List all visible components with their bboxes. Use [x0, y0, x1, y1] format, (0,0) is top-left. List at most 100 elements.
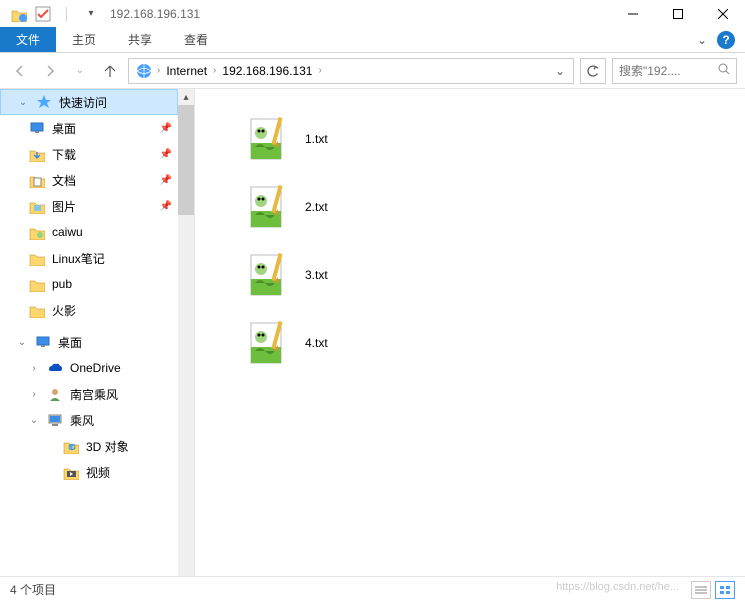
tab-share[interactable]: 共享 — [112, 27, 168, 52]
close-button[interactable] — [700, 0, 745, 27]
sidebar-item-user[interactable]: › 南宫乘风 — [0, 381, 178, 407]
file-item[interactable]: 1.txt — [245, 105, 745, 173]
minimize-button[interactable] — [610, 0, 655, 27]
maximize-button[interactable] — [655, 0, 700, 27]
tab-file[interactable]: 文件 — [0, 27, 56, 52]
sidebar-item-桌面[interactable]: 桌面📌 — [0, 115, 178, 141]
tab-home[interactable]: 主页 — [56, 27, 112, 52]
sidebar-item-label: 文档 — [52, 172, 76, 189]
content-pane[interactable]: 1.txt 2.txt 3.txt 4.txt — [195, 89, 745, 576]
expand-icon[interactable]: ⌄ — [28, 415, 40, 426]
chevron-right-icon[interactable]: › — [318, 65, 321, 76]
sidebar-item-onedrive[interactable]: ›OneDrive — [0, 355, 178, 381]
search-box[interactable] — [612, 58, 737, 84]
folder-icon — [28, 249, 46, 267]
folder-user-icon — [28, 223, 46, 241]
sidebar-item-label: 乘风 — [70, 412, 94, 429]
status-bar: 4 个项目 https://blog.csdn.net/he... — [0, 576, 745, 602]
txt-file-icon — [245, 251, 293, 299]
desktop-label: 桌面 — [58, 334, 82, 351]
back-button[interactable] — [8, 59, 32, 83]
expand-icon[interactable]: › — [28, 363, 40, 374]
breadcrumb-host[interactable]: 192.168.196.131 — [218, 64, 316, 78]
address-bar: ⌄ › Internet › 192.168.196.131 › ⌄ — [0, 53, 745, 89]
quick-access-toolbar: │ ▾ — [10, 5, 100, 23]
desktop-icon — [34, 333, 52, 351]
sidebar-item-caiwu[interactable]: caiwu — [0, 219, 178, 245]
chevron-right-icon[interactable]: › — [213, 65, 216, 76]
sidebar-item-videos[interactable]: 视频 — [0, 459, 178, 485]
file-name: 3.txt — [305, 268, 328, 282]
sidebar-item-label: Linux笔记 — [52, 250, 105, 267]
sidebar-item-图片[interactable]: 图片📌 — [0, 193, 178, 219]
folder-icon — [28, 275, 46, 293]
txt-file-icon — [245, 183, 293, 231]
file-item[interactable]: 3.txt — [245, 241, 745, 309]
txt-file-icon — [245, 115, 293, 163]
scrollbar-thumb[interactable] — [178, 105, 194, 215]
sidebar-item-下载[interactable]: 下载 📌 — [0, 141, 178, 167]
main-area: ⌄快速访问桌面📌下载📌文档📌图片📌caiwuLinux笔记pub火影⌄桌面›On… — [0, 89, 745, 576]
sidebar-item-label: 火影 — [52, 302, 76, 319]
expand-icon[interactable]: ⌄ — [17, 97, 29, 108]
breadcrumb-internet[interactable]: Internet — [162, 64, 211, 78]
sidebar-item-火影[interactable]: 火影 — [0, 297, 178, 323]
onedrive-icon — [46, 359, 64, 377]
item-count: 4 个项目 — [10, 581, 56, 598]
pin-icon: 📌 — [160, 149, 172, 160]
scrollbar-up-icon[interactable]: ▴ — [178, 89, 194, 105]
search-icon — [718, 63, 730, 78]
qat-dropdown-icon[interactable]: ▾ — [82, 5, 100, 23]
navigation-pane: ⌄快速访问桌面📌下载📌文档📌图片📌caiwuLinux笔记pub火影⌄桌面›On… — [0, 89, 195, 576]
chevron-down-icon[interactable]: ⌄ — [555, 64, 569, 78]
file-name: 2.txt — [305, 200, 328, 214]
star-icon — [35, 93, 53, 111]
txt-file-icon — [245, 319, 293, 367]
folder-icon — [28, 301, 46, 319]
sidebar-item-label: 图片 — [52, 198, 76, 215]
pictures-icon — [28, 197, 46, 215]
pin-icon: 📌 — [160, 123, 172, 134]
sidebar-item-this-pc[interactable]: ⌄ 乘风 — [0, 407, 178, 433]
pin-icon: 📌 — [160, 175, 172, 186]
sidebar-item-Linux笔记[interactable]: Linux笔记 — [0, 245, 178, 271]
expand-icon[interactable]: › — [28, 389, 40, 400]
explorer-icon — [10, 5, 28, 23]
desktop-header[interactable]: ⌄ 桌面 — [0, 329, 178, 355]
file-item[interactable]: 2.txt — [245, 173, 745, 241]
file-item[interactable]: 4.txt — [245, 309, 745, 377]
tab-view[interactable]: 查看 — [168, 27, 224, 52]
recent-dropdown-icon[interactable]: ⌄ — [68, 59, 92, 83]
checkbox-icon[interactable] — [34, 5, 52, 23]
up-button[interactable] — [98, 59, 122, 83]
expand-icon[interactable]: ⌄ — [16, 337, 28, 348]
sidebar-item-label: 下载 — [52, 146, 76, 163]
sidebar-item-3d[interactable]: 3D 对象 — [0, 433, 178, 459]
forward-button[interactable] — [38, 59, 62, 83]
details-view-button[interactable] — [691, 581, 711, 599]
sidebar-item-文档[interactable]: 文档 📌 — [0, 167, 178, 193]
sidebar-item-pub[interactable]: pub — [0, 271, 178, 297]
documents-icon — [28, 171, 46, 189]
file-name: 4.txt — [305, 336, 328, 350]
search-input[interactable] — [619, 64, 709, 78]
help-icon[interactable]: ? — [717, 31, 735, 49]
user-icon — [46, 385, 64, 403]
quick-access-header[interactable]: ⌄ 快速访问 — [0, 89, 178, 115]
desktop-icon — [28, 119, 46, 137]
icons-view-button[interactable] — [715, 581, 735, 599]
ribbon-chevron-icon[interactable]: ⌄ — [697, 33, 707, 47]
watermark: https://blog.csdn.net/he... — [556, 581, 679, 599]
refresh-button[interactable] — [580, 58, 606, 84]
ribbon-tabs: 文件 主页 共享 查看 ⌄ ? — [0, 27, 745, 53]
videos-icon — [62, 463, 80, 481]
quick-access-label: 快速访问 — [59, 94, 107, 111]
chevron-right-icon[interactable]: › — [157, 65, 160, 76]
sidebar-item-label: 视频 — [86, 464, 110, 481]
sidebar-item-label: pub — [52, 277, 72, 291]
sidebar-item-label: 南宫乘风 — [70, 386, 118, 403]
breadcrumb[interactable]: › Internet › 192.168.196.131 › ⌄ — [128, 58, 574, 84]
nav-scrollbar[interactable]: ▴ — [178, 89, 194, 576]
window-title: 192.168.196.131 — [110, 7, 200, 21]
window-controls — [610, 0, 745, 27]
